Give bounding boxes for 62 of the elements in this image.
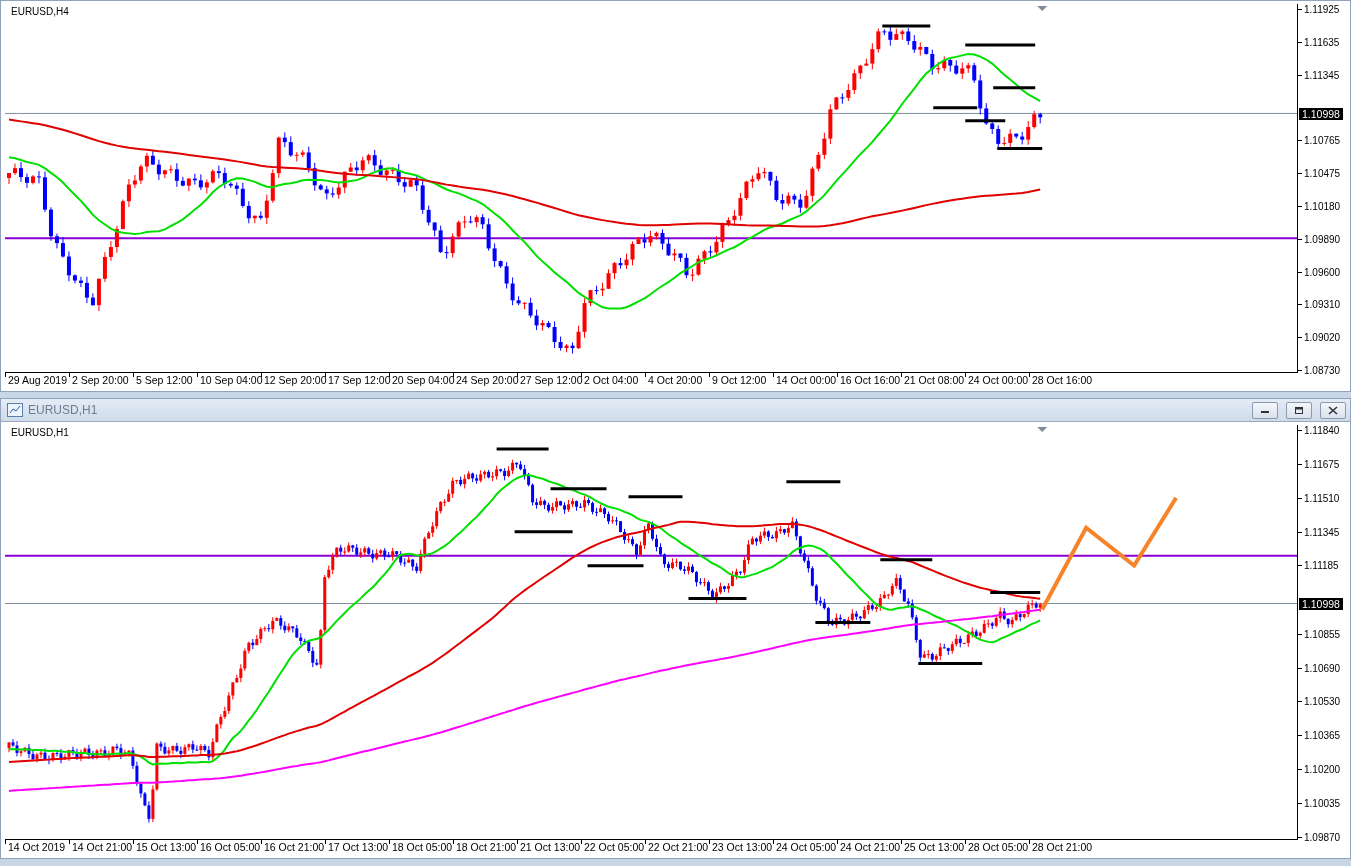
time-label: 16 Oct 21:00 <box>263 840 325 854</box>
time-label: 24 Oct 21:00 <box>839 840 901 854</box>
time-label: 16 Oct 05:00 <box>199 840 261 854</box>
time-label: 12 Sep 20:00 <box>263 373 327 387</box>
time-label: 15 Oct 13:00 <box>135 840 197 854</box>
time-label: 9 Oct 12:00 <box>711 373 767 387</box>
price-label: 1.10530 <box>1304 695 1341 707</box>
time-label: 18 Oct 21:00 <box>455 840 517 854</box>
price-label: 1.11345 <box>1304 69 1340 81</box>
price-label: 1.10035 <box>1304 797 1341 809</box>
time-label: 14 Oct 00:00 <box>775 373 837 387</box>
time-label: 24 Sep 20:00 <box>455 373 519 387</box>
price-label: 1.11185 <box>1304 559 1339 571</box>
time-label: 23 Oct 13:00 <box>711 840 773 854</box>
current-price-tag: 1.10998 <box>1299 107 1343 120</box>
price-label: 1.10765 <box>1304 134 1341 146</box>
time-label: 4 Oct 20:00 <box>647 373 703 387</box>
time-label: 14 Oct 2019 <box>7 840 66 854</box>
time-label: 2 Oct 04:00 <box>583 373 639 387</box>
price-label: 1.10475 <box>1304 167 1341 179</box>
time-label: 21 Oct 08:00 <box>903 373 965 387</box>
time-label: 28 Oct 05:00 <box>967 840 1029 854</box>
price-label: 1.09600 <box>1304 266 1341 278</box>
price-label: 1.09890 <box>1304 233 1341 245</box>
symbol-label: EURUSD,H4 <box>11 6 69 17</box>
price-label: 1.11345 <box>1304 526 1340 538</box>
price-label: 1.09020 <box>1304 331 1341 343</box>
price-label: 1.11675 <box>1304 458 1340 470</box>
price-label: 1.10690 <box>1304 662 1341 674</box>
time-label: 18 Oct 05:00 <box>391 840 453 854</box>
time-label: 16 Oct 16:00 <box>839 373 901 387</box>
time-label: 25 Oct 13:00 <box>903 840 965 854</box>
time-label: 21 Oct 13:00 <box>519 840 581 854</box>
time-label: 24 Oct 05:00 <box>775 840 837 854</box>
window-title: EURUSD,H1 <box>28 403 99 417</box>
time-label: 14 Oct 21:00 <box>71 840 133 854</box>
time-label: 28 Oct 16:00 <box>1031 373 1093 387</box>
time-label: 22 Oct 05:00 <box>583 840 645 854</box>
time-label: 2 Sep 20:00 <box>71 373 129 387</box>
time-label: 28 Oct 21:00 <box>1031 840 1093 854</box>
price-label: 1.10200 <box>1304 763 1341 775</box>
price-label: 1.11510 <box>1304 492 1340 504</box>
time-label: 29 Aug 2019 <box>7 373 67 387</box>
current-price-tag: 1.10998 <box>1299 597 1343 610</box>
price-label: 1.09870 <box>1304 831 1341 843</box>
time-label: 24 Oct 00:00 <box>967 373 1029 387</box>
price-label: 1.09310 <box>1304 298 1341 310</box>
time-label: 20 Sep 04:00 <box>391 373 455 387</box>
time-label: 10 Sep 04:00 <box>199 373 263 387</box>
symbol-label: EURUSD,H1 <box>11 427 69 438</box>
price-label: 1.08730 <box>1304 364 1341 376</box>
price-label: 1.11635 <box>1304 36 1340 48</box>
time-label: 17 Oct 13:00 <box>327 840 389 854</box>
time-label: 5 Sep 12:00 <box>135 373 193 387</box>
price-label: 1.11925 <box>1304 3 1340 15</box>
time-label: 27 Sep 12:00 <box>519 373 583 387</box>
price-label: 1.10365 <box>1304 729 1341 741</box>
price-label: 1.11840 <box>1304 424 1340 436</box>
time-label: 17 Sep 12:00 <box>327 373 391 387</box>
time-label: 22 Oct 21:00 <box>647 840 709 854</box>
price-label: 1.10855 <box>1304 628 1341 639</box>
price-label: 1.10180 <box>1304 200 1341 212</box>
